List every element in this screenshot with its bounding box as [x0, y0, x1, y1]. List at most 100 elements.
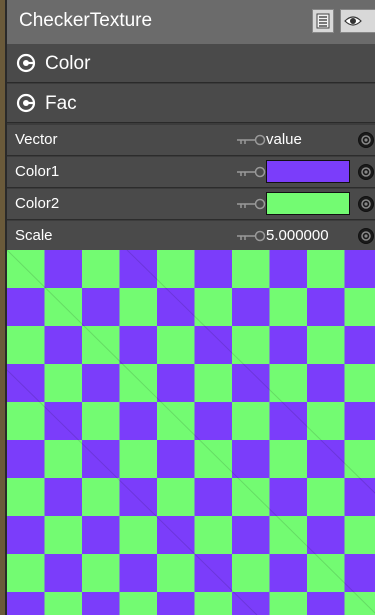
- output-fac-row: Fac: [7, 84, 375, 123]
- checker-cell: [7, 364, 45, 403]
- checker-cell: [232, 554, 270, 593]
- checker-cell: [82, 250, 120, 289]
- checker-cell: [269, 516, 308, 555]
- input-row-color1: Color1: [7, 157, 375, 188]
- checker-cell: [44, 326, 83, 365]
- checker-cell: [269, 478, 308, 517]
- checker-cell: [194, 440, 233, 479]
- key-icon[interactable]: [233, 165, 267, 179]
- key-icon[interactable]: [233, 229, 267, 243]
- checker-cell: [44, 250, 83, 289]
- checker-cell: [44, 364, 83, 403]
- checker-cell: [307, 250, 345, 289]
- input-row-color2: Color2: [7, 189, 375, 220]
- output-socket-icon[interactable]: [16, 93, 36, 113]
- input-row-vector: Vector value: [7, 125, 375, 156]
- checker-cell: [157, 250, 195, 289]
- eye-icon[interactable]: [340, 9, 375, 33]
- checker-cell: [232, 478, 270, 517]
- input-label-scale: Scale: [15, 227, 53, 244]
- input-socket-icon[interactable]: [357, 131, 375, 149]
- checker-cell: [44, 478, 83, 517]
- checker-cell: [194, 592, 233, 615]
- checker-cell: [157, 554, 195, 593]
- checker-cell: [82, 364, 120, 403]
- node-header[interactable]: CheckerTexture: [7, 0, 375, 45]
- input-socket-icon[interactable]: [357, 163, 375, 181]
- checker-cell: [307, 592, 345, 615]
- checker-cell: [307, 402, 345, 441]
- checker-cell: [157, 402, 195, 441]
- checker-cell: [82, 440, 120, 479]
- checker-cell: [269, 440, 308, 479]
- checker-cell: [269, 364, 308, 403]
- checker-cell: [269, 592, 308, 615]
- checker-cell: [307, 440, 345, 479]
- checker-cell: [344, 478, 375, 517]
- checker-cell: [307, 288, 345, 327]
- checker-cell: [119, 478, 158, 517]
- scale-value[interactable]: 5.000000: [266, 227, 329, 244]
- checker-cell: [157, 440, 195, 479]
- checker-cell: [232, 402, 270, 441]
- checker-cell: [119, 402, 158, 441]
- checker-cell: [269, 288, 308, 327]
- checker-cell: [119, 288, 158, 327]
- list-icon[interactable]: [312, 9, 334, 33]
- checker-cell: [82, 402, 120, 441]
- checker-cell: [7, 402, 45, 441]
- vector-value[interactable]: value: [266, 131, 302, 148]
- output-label-fac: Fac: [45, 93, 77, 114]
- key-icon[interactable]: [233, 133, 267, 147]
- checker-cell: [44, 554, 83, 593]
- checker-cell: [44, 592, 83, 615]
- checker-cell: [7, 440, 45, 479]
- checker-cell: [119, 364, 158, 403]
- checker-cell: [82, 554, 120, 593]
- checker-cell: [307, 364, 345, 403]
- checker-cell: [44, 402, 83, 441]
- checker-cell: [344, 440, 375, 479]
- input-label-vector: Vector: [15, 131, 58, 148]
- checker-cell: [119, 592, 158, 615]
- checker-cell: [344, 288, 375, 327]
- checker-cell: [119, 554, 158, 593]
- checker-cell: [194, 250, 233, 289]
- checker-cell: [344, 516, 375, 555]
- checker-cell: [119, 326, 158, 365]
- checker-cell: [157, 478, 195, 517]
- checker-cell: [119, 250, 158, 289]
- checker-cell: [344, 364, 375, 403]
- checker-cell: [194, 326, 233, 365]
- color1-swatch[interactable]: [266, 160, 350, 183]
- checker-preview: [7, 249, 375, 615]
- checker-cell: [194, 288, 233, 327]
- output-color-row: Color: [7, 44, 375, 83]
- checker-cell: [232, 250, 270, 289]
- checker-cell: [269, 554, 308, 593]
- checker-cell: [7, 326, 45, 365]
- node-title: CheckerTexture: [19, 10, 153, 31]
- checker-cell: [7, 478, 45, 517]
- input-row-scale: Scale 5.000000: [7, 221, 375, 252]
- checker-cell: [82, 478, 120, 517]
- key-icon[interactable]: [233, 197, 267, 211]
- checker-cell: [157, 288, 195, 327]
- checker-cell: [194, 364, 233, 403]
- checker-cell: [157, 364, 195, 403]
- checker-cell: [157, 592, 195, 615]
- checker-cell: [344, 402, 375, 441]
- input-socket-icon[interactable]: [357, 195, 375, 213]
- checker-cell: [7, 516, 45, 555]
- checker-cell: [232, 516, 270, 555]
- input-socket-icon[interactable]: [357, 227, 375, 245]
- checker-cell: [44, 516, 83, 555]
- checker-cell: [44, 440, 83, 479]
- output-socket-icon[interactable]: [16, 53, 36, 73]
- checker-cell: [269, 250, 308, 289]
- checker-cell: [344, 592, 375, 615]
- color2-swatch[interactable]: [266, 192, 350, 215]
- checker-cell: [157, 326, 195, 365]
- checker-cell: [344, 554, 375, 593]
- output-label-color: Color: [45, 53, 91, 74]
